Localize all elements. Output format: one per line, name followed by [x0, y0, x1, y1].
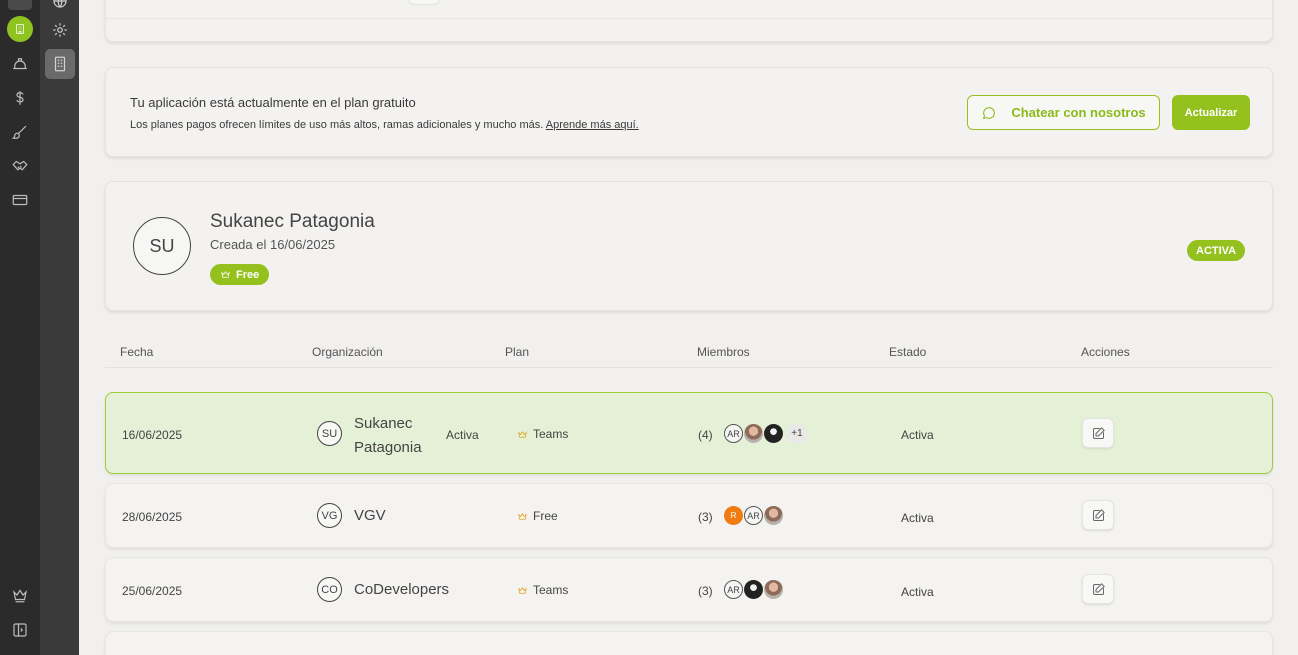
row-plan: Free: [517, 509, 558, 523]
crown-icon: [518, 512, 527, 520]
member-avatar: [764, 580, 783, 599]
row-org-avatar: VG: [317, 503, 342, 528]
row-status: Activa: [901, 511, 934, 525]
row-date: 25/06/2025: [122, 584, 183, 598]
table-row[interactable]: [105, 631, 1273, 655]
row-org-state: Activa: [446, 428, 479, 442]
row-org-avatar: SU: [317, 421, 342, 446]
row-status: Activa: [901, 585, 934, 599]
handshake-icon[interactable]: [8, 154, 32, 178]
workspace-avatar[interactable]: [7, 16, 33, 42]
row-plan-label: Teams: [533, 427, 569, 441]
row-members: AR: [724, 580, 784, 599]
member-avatar: AR: [724, 580, 743, 599]
org-created-date: Creada el 16/06/2025: [210, 237, 336, 252]
edit-button[interactable]: [1082, 574, 1114, 604]
row-plan-label: Teams: [533, 583, 569, 597]
row-date: 16/06/2025: [122, 428, 183, 442]
main-content: Tu aplicación está actualmente en el pla…: [79, 0, 1298, 655]
edit-icon: [1092, 508, 1105, 521]
row-org-name: Sukanec Patagonia: [354, 415, 422, 456]
organization-card: SU Sukanec Patagonia Creada el 16/06/202…: [105, 181, 1273, 311]
card-stub: [408, 0, 440, 5]
secondary-sidebar: [40, 0, 79, 655]
organizations-nav-icon[interactable]: [45, 49, 75, 79]
card-icon[interactable]: [8, 188, 32, 212]
member-avatar: AR: [744, 506, 763, 525]
plan-badge-label: Free: [236, 268, 260, 281]
row-plan: Teams: [517, 583, 568, 597]
row-org-avatar: CO: [317, 577, 342, 602]
column-header-actions: Acciones: [1081, 345, 1130, 359]
plan-banner-subtitle-text: Los planes pagos ofrecen límites de uso …: [130, 119, 544, 131]
org-avatar: SU: [133, 217, 191, 275]
crown-icon: [221, 271, 230, 278]
row-member-count: (3): [698, 510, 713, 524]
table-header: Fecha Organización Plan Miembros Estado …: [105, 340, 1273, 368]
member-avatar: [744, 424, 763, 443]
upgrade-button[interactable]: Actualizar: [1172, 95, 1250, 130]
hardhat-icon[interactable]: [8, 52, 32, 76]
primary-sidebar: [0, 0, 40, 655]
plan-badge: Free: [210, 264, 270, 285]
row-plan: Teams: [517, 427, 568, 441]
home-icon[interactable]: [8, 0, 32, 10]
member-avatar: [764, 506, 783, 525]
row-members: R AR: [724, 506, 784, 525]
org-name: Sukanec Patagonia: [210, 211, 375, 232]
edit-button[interactable]: [1082, 500, 1114, 530]
dollar-icon[interactable]: [8, 86, 32, 110]
edit-icon: [1092, 582, 1105, 595]
row-plan-label: Free: [533, 509, 558, 523]
column-header-organization: Organización: [312, 345, 383, 359]
status-badge: ACTIVA: [1187, 240, 1246, 261]
previous-card: [105, 0, 1273, 42]
row-member-count: (4): [698, 428, 713, 442]
building-icon: [16, 24, 24, 34]
plan-banner: Tu aplicación está actualmente en el pla…: [105, 67, 1273, 157]
divider: [106, 18, 1272, 19]
edit-icon: [1092, 426, 1105, 439]
globe-icon[interactable]: [45, 0, 75, 16]
edit-button[interactable]: [1082, 418, 1114, 448]
row-status: Activa: [901, 428, 934, 442]
row-members: AR +1: [724, 424, 809, 443]
table-row[interactable]: 28/06/2025 VG VGV Free (3) R AR Activa: [105, 483, 1273, 548]
column-header-members: Miembros: [697, 345, 750, 359]
member-avatar: R: [724, 506, 743, 525]
row-org-name: VGV: [354, 507, 386, 524]
row-date: 28/06/2025: [122, 510, 183, 524]
chat-icon: [983, 106, 996, 119]
table-row[interactable]: 16/06/2025 SU Sukanec Patagonia Activa T…: [105, 392, 1273, 474]
chat-button[interactable]: Chatear con nosotros: [967, 95, 1160, 130]
chat-button-label: Chatear con nosotros: [1011, 105, 1146, 120]
crown-icon: [518, 430, 527, 438]
column-header-plan: Plan: [505, 345, 530, 359]
member-avatar: AR: [724, 424, 743, 443]
member-avatar: [744, 580, 763, 599]
plan-banner-title: Tu aplicación está actualmente en el pla…: [130, 95, 416, 110]
more-members-badge: +1: [786, 424, 808, 443]
column-header-status: Estado: [889, 345, 927, 359]
learn-more-link[interactable]: Aprende más aquí.: [546, 119, 639, 131]
member-avatar: [764, 424, 783, 443]
sidebar-toggle-icon[interactable]: [8, 618, 32, 642]
crown-icon[interactable]: [8, 583, 32, 607]
column-header-date: Fecha: [120, 345, 154, 359]
crown-icon: [518, 586, 527, 594]
brush-icon[interactable]: [8, 120, 32, 144]
plan-banner-subtitle: Los planes pagos ofrecen límites de uso …: [130, 119, 639, 131]
table-row[interactable]: 25/06/2025 CO CoDevelopers Teams (3) AR …: [105, 557, 1273, 622]
row-org-name: CoDevelopers: [354, 581, 450, 598]
row-member-count: (3): [698, 584, 713, 598]
gear-icon[interactable]: [45, 15, 75, 45]
